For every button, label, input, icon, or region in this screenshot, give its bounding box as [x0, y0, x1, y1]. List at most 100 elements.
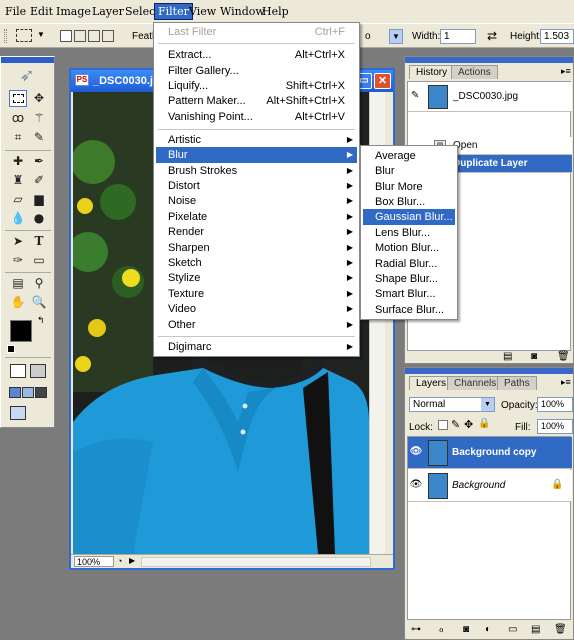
status-arrow-icon[interactable]: ▶	[129, 556, 135, 565]
marquee-tool-preset-icon[interactable]	[16, 29, 32, 42]
lock-position-icon[interactable]: ✥	[464, 418, 473, 431]
chevron-down-icon[interactable]: ▼	[37, 30, 45, 39]
menu-item-average[interactable]: Average	[363, 148, 455, 164]
layers-panel-titlebar[interactable]	[405, 368, 573, 374]
screen-mode-menu-icon[interactable]	[22, 387, 34, 398]
healing-brush-icon[interactable]: ✚	[9, 153, 27, 170]
palette-titlebar[interactable]	[1, 57, 54, 63]
menu-item-sharpen[interactable]: Sharpen ▶	[156, 240, 357, 256]
opacity-input[interactable]: 100%	[537, 397, 573, 412]
add-selection-icon[interactable]	[74, 30, 86, 42]
new-document-from-state-icon[interactable]: ▤	[503, 351, 512, 362]
panel-menu-icon[interactable]: ▸≡	[561, 377, 571, 388]
screen-mode-full-icon[interactable]	[35, 387, 47, 398]
path-selection-icon[interactable]: ➤	[9, 233, 27, 250]
menu-file[interactable]: File	[5, 5, 26, 18]
zoom-icon[interactable]: 🔍	[30, 294, 48, 311]
status-info-icon[interactable]: ◔	[117, 556, 122, 566]
layer-name[interactable]: Background	[452, 480, 505, 491]
history-brush-icon[interactable]: ✐	[30, 172, 48, 189]
lock-transparency-icon[interactable]	[438, 420, 448, 430]
menu-item-surface-blur[interactable]: Surface Blur...	[363, 302, 455, 318]
new-snapshot-icon[interactable]: ◙	[531, 351, 537, 362]
menu-window[interactable]: Window	[220, 5, 265, 18]
new-group-icon[interactable]: ▭	[508, 624, 517, 635]
menu-item-shape-blur[interactable]: Shape Blur...	[363, 271, 455, 287]
menu-item-pixelate[interactable]: Pixelate ▶	[156, 209, 357, 225]
blur-tool-icon[interactable]: 💧	[9, 210, 27, 227]
menu-layer[interactable]: Layer	[92, 5, 124, 18]
shape-icon[interactable]: ▭	[30, 252, 48, 269]
quick-mask-icon[interactable]	[30, 364, 46, 378]
move-tool-icon[interactable]: ✥	[30, 90, 48, 107]
menu-item-digimarc[interactable]: Digimarc ▶	[156, 339, 357, 355]
gradient-icon[interactable]: ▆	[30, 191, 48, 208]
rectangular-marquee-icon[interactable]	[9, 90, 27, 107]
layer-mask-icon[interactable]: ◙	[463, 624, 469, 635]
menu-item-blur-filter[interactable]: Blur	[363, 163, 455, 179]
eraser-icon[interactable]: ▱	[9, 191, 27, 208]
menu-item-filter-gallery[interactable]: Filter Gallery...	[156, 63, 357, 79]
swap-icon[interactable]: ⇄	[487, 29, 497, 43]
type-tool-icon[interactable]: T	[30, 233, 48, 250]
menu-item-other[interactable]: Other ▶	[156, 317, 357, 333]
menu-image[interactable]: Image	[56, 5, 91, 18]
subtract-selection-icon[interactable]	[88, 30, 100, 42]
history-brush-source-icon[interactable]: ✎	[411, 90, 419, 101]
menu-item-texture[interactable]: Texture ▶	[156, 286, 357, 302]
menu-item-liquify[interactable]: Liquify... Shift+Ctrl+X	[156, 78, 357, 94]
layer-style-icon[interactable]: ℴ	[439, 624, 444, 635]
eye-icon[interactable]: 👁	[409, 446, 423, 457]
lasso-icon[interactable]: ꝏ	[9, 110, 27, 127]
eye-icon[interactable]: 👁	[409, 479, 423, 490]
swap-colors-icon[interactable]: ↰	[37, 315, 45, 326]
adjustment-layer-icon[interactable]: ◐	[485, 624, 491, 635]
intersect-selection-icon[interactable]	[102, 30, 114, 42]
menu-item-pattern-maker[interactable]: Pattern Maker... Alt+Shift+Ctrl+X	[156, 93, 357, 109]
zoom-level[interactable]: 100%	[74, 556, 114, 567]
horizontal-scrollbar[interactable]	[141, 557, 371, 567]
menu-item-artistic[interactable]: Artistic ▶	[156, 132, 357, 148]
menu-item-last-filter[interactable]: Last Filter Ctrl+F	[156, 24, 357, 40]
menu-item-noise[interactable]: Noise ▶	[156, 193, 357, 209]
menu-item-box-blur[interactable]: Box Blur...	[363, 194, 455, 210]
menu-item-vanishing-point[interactable]: Vanishing Point... Alt+Ctrl+V	[156, 109, 357, 125]
clone-stamp-icon[interactable]: ♜	[9, 172, 27, 189]
new-layer-icon[interactable]: ▤	[531, 624, 540, 635]
pen-icon[interactable]: ✑	[9, 252, 27, 269]
height-input[interactable]: 1.503	[540, 29, 574, 44]
trash-icon[interactable]: 🗑	[557, 351, 570, 362]
feather-icon[interactable]: ➶	[7, 65, 47, 87]
screen-mode-standard-icon[interactable]	[9, 387, 21, 398]
menu-item-brush-strokes[interactable]: Brush Strokes ▶	[156, 163, 357, 179]
menu-item-blur-more[interactable]: Blur More	[363, 179, 455, 195]
foreground-color-swatch[interactable]	[10, 320, 32, 342]
menu-item-lens-blur[interactable]: Lens Blur...	[363, 225, 455, 241]
menu-item-sketch[interactable]: Sketch ▶	[156, 255, 357, 271]
panel-menu-icon[interactable]: ▸≡	[561, 66, 571, 77]
menu-filter[interactable]: Filter	[154, 3, 193, 20]
lock-image-icon[interactable]: ✎	[451, 418, 460, 431]
menu-item-blur[interactable]: Blur ▶	[156, 147, 357, 163]
menu-item-video[interactable]: Video ▶	[156, 301, 357, 317]
trash-icon[interactable]: 🗑	[554, 624, 567, 635]
slice-icon[interactable]: ✎	[30, 129, 48, 146]
new-selection-icon[interactable]	[60, 30, 72, 42]
menu-item-distort[interactable]: Distort ▶	[156, 178, 357, 194]
hand-icon[interactable]: ✋	[9, 294, 27, 311]
history-panel-titlebar[interactable]	[405, 57, 573, 63]
menu-item-radial-blur[interactable]: Radial Blur...	[363, 256, 455, 272]
crop-icon[interactable]: ⌗	[9, 129, 27, 146]
layer-row[interactable]: 👁 Background 🔒	[408, 470, 572, 502]
brush-icon[interactable]: ✒	[30, 153, 48, 170]
style-dropdown-icon[interactable]: ▼	[389, 29, 403, 44]
standard-mode-icon[interactable]	[10, 364, 26, 378]
tab-channels[interactable]: Channels	[447, 376, 504, 390]
notes-icon[interactable]: ▤	[9, 275, 27, 292]
menu-item-smart-blur[interactable]: Smart Blur...	[363, 286, 455, 302]
menu-item-gaussian-blur[interactable]: Gaussian Blur...	[363, 209, 455, 225]
menu-edit[interactable]: Edit	[30, 5, 53, 18]
jump-to-imageready-icon[interactable]	[10, 406, 26, 420]
tab-paths[interactable]: Paths	[497, 376, 537, 390]
tab-history[interactable]: History	[409, 65, 455, 79]
